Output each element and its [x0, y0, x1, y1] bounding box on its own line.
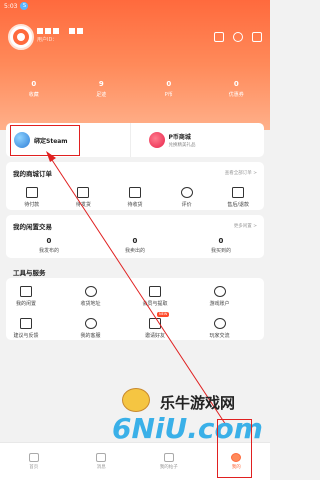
trade-value: 0: [218, 237, 224, 245]
scan-icon[interactable]: [214, 32, 224, 42]
orders-title: 我的商城订单: [13, 170, 52, 178]
pcoin-mall-icon: [148, 132, 165, 148]
chat-icon: [213, 318, 226, 329]
message-icon[interactable]: [252, 32, 262, 42]
tool-my-idle[interactable]: 我的闲置: [6, 286, 46, 307]
header-actions: [214, 32, 262, 42]
tool-label: 建议与反馈: [13, 333, 39, 339]
post-icon: [163, 453, 174, 462]
tool-game-account[interactable]: 游戏账户: [200, 286, 240, 307]
stat-value: 9: [98, 80, 104, 88]
tab-label: 我的帖子: [159, 465, 178, 470]
trade-published[interactable]: 0 我发布的: [39, 237, 59, 254]
tools-title: 工具与服务: [13, 269, 46, 277]
user-id-label: 用户ID：: [37, 37, 58, 43]
order-label: 待付款: [24, 202, 40, 208]
service-icon: [84, 318, 97, 329]
order-label: 待收货: [127, 202, 143, 208]
tool-customer-service[interactable]: 我的客服: [71, 318, 111, 339]
home-icon: [28, 453, 39, 462]
feedback-icon: [20, 318, 32, 329]
tool-player-chat[interactable]: 玩家交流: [200, 318, 240, 339]
tool-label: 玩家交流: [209, 333, 230, 339]
truck-icon: [128, 187, 141, 198]
stat-label: P币: [164, 92, 173, 98]
trade-card: 我的闲置交易 更多闲置 > 0 我发布的 0 我卖出的 0 我买到的: [6, 215, 264, 258]
user-name-block[interactable]: 用户ID：: [37, 28, 83, 43]
trade-label: 我发布的: [38, 248, 59, 254]
status-badge: S: [20, 2, 29, 10]
order-pending-receipt[interactable]: 待收货: [115, 187, 155, 208]
steam-highlight-box: [10, 125, 80, 156]
review-icon: [180, 187, 193, 198]
tool-label: 游戏账户: [209, 301, 230, 307]
stat-pcoin[interactable]: 0 P币: [144, 80, 194, 98]
gift-icon: [149, 318, 161, 329]
tab-home[interactable]: 首页: [14, 453, 54, 470]
tab-label: 消息: [96, 465, 106, 470]
stat-value: 0: [166, 80, 172, 88]
avatar[interactable]: [8, 24, 34, 50]
refund-icon: [232, 187, 245, 198]
trade-value: 0: [132, 237, 138, 245]
status-bar: 5:03 S: [0, 0, 270, 12]
trade-more-link[interactable]: 更多闲置 >: [234, 223, 257, 229]
tab-posts[interactable]: 我的帖子: [149, 453, 189, 470]
location-icon: [84, 286, 97, 297]
stat-favorites[interactable]: 0 收藏: [9, 80, 59, 98]
order-label: 评价: [181, 202, 192, 208]
stat-label: 足迹: [96, 92, 107, 98]
wallet-icon: [25, 187, 38, 198]
bull-mascot-icon: [122, 388, 150, 412]
message-tab-icon: [96, 453, 107, 462]
orders-card: 我的商城订单 查看全部订单 > 待付款 待发货 待收货 评价 售后/退款: [6, 162, 264, 210]
tab-messages[interactable]: 消息: [81, 453, 121, 470]
tool-member[interactable]: 会员与提取: [135, 286, 175, 307]
profile-header: [0, 0, 270, 130]
status-time: 5:03: [4, 2, 18, 10]
new-tag: NEW: [157, 312, 170, 317]
order-refund[interactable]: 售后/退款: [218, 187, 258, 208]
stat-value: 0: [31, 80, 37, 88]
settings-icon[interactable]: [233, 32, 243, 42]
order-review[interactable]: 评价: [167, 187, 207, 208]
trade-label: 我卖出的: [124, 248, 145, 254]
trade-title: 我的闲置交易: [13, 223, 52, 231]
member-icon: [149, 286, 161, 297]
tool-label: 收货地址: [80, 301, 101, 307]
pcoin-mall-button[interactable]: P币商城 兑换精美礼品: [129, 123, 265, 157]
trade-label: 我买到的: [210, 248, 231, 254]
stat-coupons[interactable]: 0 优惠券: [211, 80, 261, 98]
bag-icon: [20, 286, 32, 297]
masked-username: [37, 28, 83, 34]
stat-label: 收藏: [28, 92, 39, 98]
orders-view-all-link[interactable]: 查看全部订单 >: [225, 170, 257, 176]
stat-value: 0: [233, 80, 239, 88]
pcoin-mall-subtitle: 兑换精美礼品: [168, 143, 196, 148]
account-icon: [213, 286, 226, 297]
pcoin-mall-title: P币商城: [168, 134, 191, 141]
stat-label: 优惠券: [228, 92, 244, 98]
trade-sold[interactable]: 0 我卖出的: [125, 237, 145, 254]
stat-history[interactable]: 9 足迹: [76, 80, 126, 98]
order-label: 售后/退款: [227, 202, 250, 208]
order-label: 待发货: [75, 202, 91, 208]
order-pending-payment[interactable]: 待付款: [12, 187, 52, 208]
trade-bought[interactable]: 0 我买到的: [211, 237, 231, 254]
tools-card: 我的闲置 收货地址 会员与提取 游戏账户 建议与反馈 我的客服 NEW 邀请好友 …: [6, 278, 264, 340]
profile-tab-highlight-box: [217, 419, 252, 478]
watermark-text: 乐牛游戏网: [160, 394, 236, 412]
package-icon: [77, 187, 90, 198]
tool-label: 会员与提取: [142, 301, 168, 307]
tool-label: 邀请好友: [144, 333, 165, 339]
tool-label: 我的客服: [80, 333, 101, 339]
tool-feedback[interactable]: 建议与反馈: [6, 318, 46, 339]
tool-label: 我的闲置: [15, 301, 36, 307]
tool-invite[interactable]: NEW 邀请好友: [135, 312, 175, 339]
tab-label: 首页: [29, 465, 39, 470]
order-pending-shipment[interactable]: 待发货: [63, 187, 103, 208]
trade-value: 0: [46, 237, 52, 245]
profile-stats: 0 收藏 9 足迹 0 P币 0 优惠券: [0, 80, 270, 98]
tool-address[interactable]: 收货地址: [71, 286, 111, 307]
